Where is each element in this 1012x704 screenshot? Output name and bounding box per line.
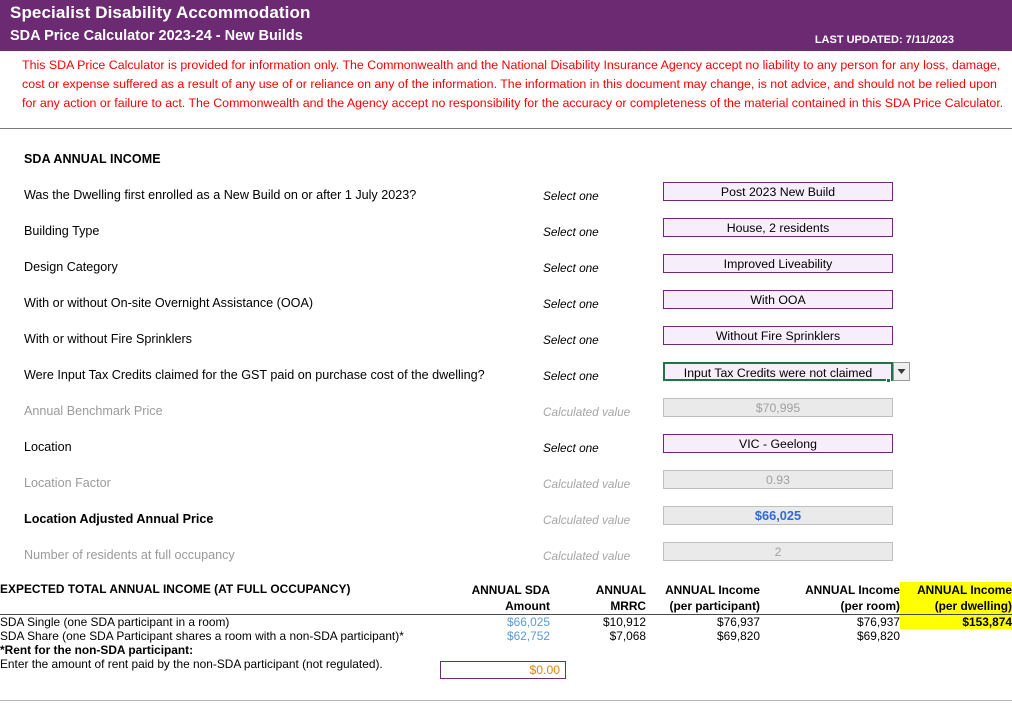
table-row: SDA Single (one SDA participant in a roo… [0, 614, 1012, 629]
spacer-cell [900, 657, 1012, 679]
page-bottom-divider [0, 700, 1012, 701]
rent-amount-input[interactable] [440, 661, 566, 679]
row-label: Location [24, 440, 72, 454]
row-kind-label: Calculated value [543, 549, 631, 563]
cell-income-per-dwelling: $153,874 [900, 614, 1012, 629]
column-header-line2: Amount [505, 599, 550, 613]
row-kind-label: Select one [543, 369, 599, 383]
spacer-cell [646, 657, 760, 679]
row-label: Annual Benchmark Price [24, 404, 163, 418]
column-header-annual-sda-amount: ANNUAL SDA Amount [440, 582, 550, 614]
row-kind-label: Select one [543, 189, 599, 203]
form-row-fire-sprinklers: With or without Fire Sprinklers Select o… [0, 326, 1012, 362]
form-row-location-factor: Location Factor Calculated value 0.93 [0, 470, 1012, 506]
column-header-line1: ANNUAL Income [917, 583, 1012, 597]
row-kind-label: Select one [543, 261, 599, 275]
row-label: Were Input Tax Credits claimed for the G… [24, 368, 485, 382]
last-updated-text: LAST UPDATED: 7/11/2023 [814, 34, 954, 46]
row-label: Design Category [24, 260, 118, 274]
value-annual-benchmark-price: $70,995 [663, 398, 893, 417]
column-header-line2: (per participant) [669, 599, 760, 613]
row-label: Number of residents at full occupancy [24, 548, 235, 562]
column-header-line2: MRRC [610, 599, 646, 613]
value-number-of-residents: 2 [663, 542, 893, 561]
page-subtitle: SDA Price Calculator 2023-24 - New Build… [10, 28, 303, 44]
page-title: Specialist Disability Accommodation [10, 3, 311, 22]
dropdown-design-category[interactable]: Improved Liveability [663, 254, 893, 273]
table-row: SDA Share (one SDA Participant shares a … [0, 629, 1012, 643]
sda-annual-income-form: Was the Dwelling first enrolled as a New… [0, 182, 1012, 578]
form-row-annual-benchmark-price: Annual Benchmark Price Calculated value … [0, 398, 1012, 434]
rent-input-cell [440, 657, 646, 679]
form-row-location-adjusted-annual-price: Location Adjusted Annual Price Calculate… [0, 506, 1012, 542]
form-row-onsite-overnight-assistance: With or without On-site Overnight Assist… [0, 290, 1012, 326]
spacer-cell [760, 657, 900, 679]
form-row-design-category: Design Category Select one Improved Live… [0, 254, 1012, 290]
table-title: EXPECTED TOTAL ANNUAL INCOME (AT FULL OC… [0, 582, 351, 596]
expected-total-annual-income-table: EXPECTED TOTAL ANNUAL INCOME (AT FULL OC… [0, 582, 1012, 679]
row-label: Location Adjusted Annual Price [24, 512, 214, 526]
dropdown-location[interactable]: VIC - Geelong [663, 434, 893, 453]
table-header-row: EXPECTED TOTAL ANNUAL INCOME (AT FULL OC… [0, 582, 1012, 614]
cell-income-per-dwelling [900, 629, 1012, 643]
row-description: SDA Single (one SDA participant in a roo… [0, 615, 230, 629]
value-location-adjusted-annual-price: $66,025 [663, 506, 893, 525]
column-header-annual-income-per-dwelling: ANNUAL Income (per dwelling) [900, 582, 1012, 614]
column-header-annual-income-per-participant: ANNUAL Income (per participant) [646, 582, 760, 614]
column-header-annual-mrrc: ANNUAL MRRC [550, 582, 646, 614]
row-kind-label: Calculated value [543, 513, 631, 527]
footnote-title-row: *Rent for the non-SDA participant: [0, 643, 1012, 657]
cell-income-per-participant: $76,937 [717, 615, 760, 629]
dropdown-onsite-overnight-assistance[interactable]: With OOA [663, 290, 893, 309]
row-label: With or without Fire Sprinklers [24, 332, 192, 346]
column-header-line2: (per room) [840, 599, 900, 613]
column-header-line1: ANNUAL [595, 583, 646, 597]
rent-entry-row: Enter the amount of rent paid by the non… [0, 657, 1012, 679]
row-kind-label: Select one [543, 333, 599, 347]
rent-entry-label: Enter the amount of rent paid by the non… [0, 657, 383, 671]
form-row-number-of-residents: Number of residents at full occupancy Ca… [0, 542, 1012, 578]
footnote-title: *Rent for the non-SDA participant: [0, 643, 194, 657]
row-kind-label: Calculated value [543, 405, 631, 419]
row-kind-label: Select one [543, 441, 599, 455]
column-header-line1: ANNUAL SDA [471, 583, 550, 597]
form-row-location: Location Select one VIC - Geelong [0, 434, 1012, 470]
dropdown-new-build-enrolment[interactable]: Post 2023 New Build [663, 182, 893, 201]
section-heading-sda-annual-income: SDA ANNUAL INCOME [24, 152, 161, 166]
cell-sda-amount: $62,752 [507, 629, 550, 643]
app-header-banner: Specialist Disability Accommodation SDA … [0, 0, 1012, 51]
cell-mrrc: $10,912 [603, 615, 646, 629]
form-row-building-type: Building Type Select one House, 2 reside… [0, 218, 1012, 254]
row-label: With or without On-site Overnight Assist… [24, 296, 314, 310]
value-location-factor: 0.93 [663, 470, 893, 489]
cell-income-per-room: $76,937 [857, 615, 900, 629]
cell-sda-amount: $66,025 [507, 615, 550, 629]
dropdown-input-tax-credits[interactable]: Input Tax Credits were not claimed [663, 362, 893, 381]
chevron-down-icon[interactable] [893, 362, 910, 381]
column-header-line2: (per dwelling) [934, 599, 1012, 613]
row-label: Was the Dwelling first enrolled as a New… [24, 188, 417, 202]
cell-fill-handle[interactable] [886, 378, 891, 383]
dropdown-building-type[interactable]: House, 2 residents [663, 218, 893, 237]
row-label: Building Type [24, 224, 100, 238]
column-header-line1: ANNUAL Income [665, 583, 760, 597]
cell-income-per-participant: $69,820 [717, 629, 760, 643]
dropdown-fire-sprinklers[interactable]: Without Fire Sprinklers [663, 326, 893, 345]
row-label: Location Factor [24, 476, 111, 490]
form-row-input-tax-credits: Were Input Tax Credits claimed for the G… [0, 362, 1012, 398]
row-kind-label: Calculated value [543, 477, 631, 491]
column-header-annual-income-per-room: ANNUAL Income (per room) [760, 582, 900, 614]
cell-income-per-room: $69,820 [857, 629, 900, 643]
column-header-line1: ANNUAL Income [805, 583, 900, 597]
row-kind-label: Select one [543, 225, 599, 239]
disclaimer-text: This SDA Price Calculator is provided fo… [0, 51, 1012, 129]
cell-mrrc: $7,068 [609, 629, 646, 643]
row-kind-label: Select one [543, 297, 599, 311]
row-description: SDA Share (one SDA Participant shares a … [0, 629, 404, 643]
form-row-new-build-enrolment: Was the Dwelling first enrolled as a New… [0, 182, 1012, 218]
